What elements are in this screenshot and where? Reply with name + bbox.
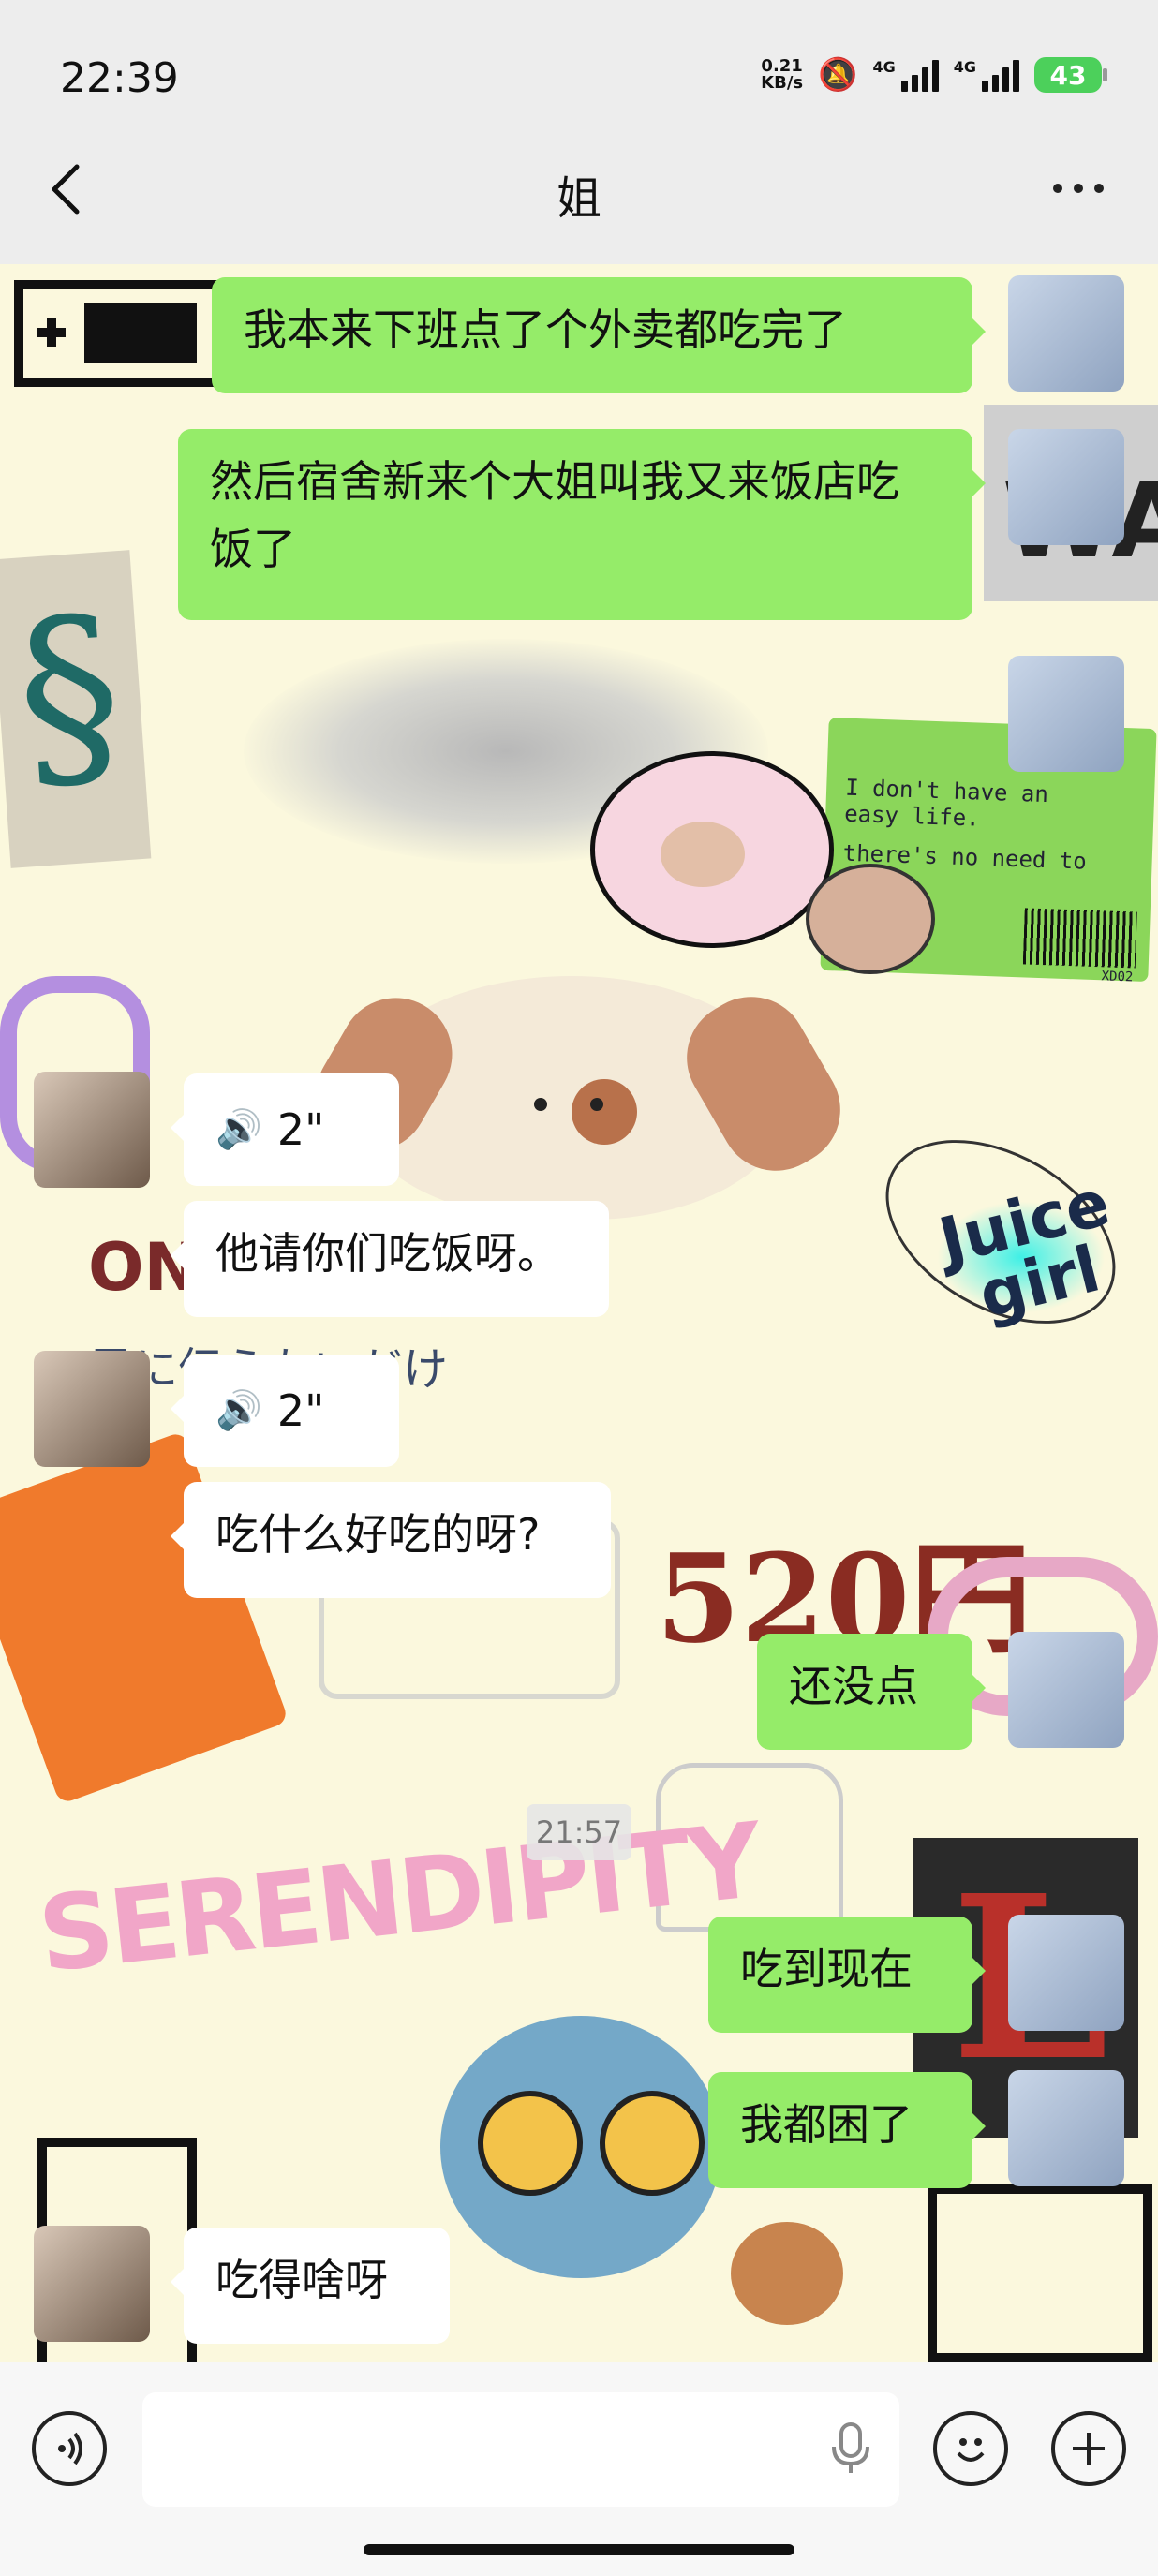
signal-2-label: 4G <box>953 58 976 76</box>
message-bubble-received[interactable]: 他请你们吃饭呀。 <box>171 1201 609 1317</box>
top-bar: 22:39 0.21 KB/s 🔕 4G 4G 43 姐 <box>0 0 1158 264</box>
pink-blob-sticker[interactable] <box>590 751 834 948</box>
voice-message-bubble[interactable]: 🔊 2" <box>171 1355 399 1467</box>
message-bubble-sent[interactable]: 吃到现在 <box>708 1917 986 2033</box>
battery-icon: 43 <box>1034 57 1107 93</box>
message-bubble-sent[interactable]: 我都困了 <box>708 2072 986 2188</box>
input-bar <box>0 2362 1158 2576</box>
serendipity-text: SERENDIPITY <box>33 1800 765 1995</box>
mute-bell-icon: 🔕 <box>818 56 858 94</box>
my-avatar[interactable] <box>1008 429 1124 545</box>
voice-wave-icon: 🔊 <box>215 1389 262 1432</box>
voice-wave-icon <box>58 2432 82 2465</box>
dog-decoration <box>295 976 861 1220</box>
note-code: XD02 <box>1101 969 1134 985</box>
voice-input-toggle-icon[interactable] <box>32 2411 107 2486</box>
contact-avatar[interactable] <box>34 2226 150 2342</box>
voice-duration: 2" <box>276 1104 325 1155</box>
signal-2-icon: 4G <box>954 58 1019 92</box>
message-bubble-sent[interactable]: 还没点 <box>757 1634 986 1750</box>
chat-area[interactable]: § WAI I don't have an easy life. there's… <box>0 264 1158 2362</box>
s-paper-decoration: § <box>0 550 152 868</box>
signal-1-label: 4G <box>872 58 896 76</box>
network-speed: 0.21 KB/s <box>761 58 803 92</box>
microphone-icon[interactable] <box>830 2421 871 2477</box>
chat-title: 姐 <box>556 172 601 225</box>
barcode-decoration <box>1022 908 1137 969</box>
message-bubble-sent[interactable]: 然后宿舍新来个大姐叫我又来饭店吃饭了 <box>178 429 986 620</box>
signal-1-icon: 4G <box>872 58 939 92</box>
message-bubble-sent[interactable]: 我本来下班点了个外卖都吃完了 <box>212 277 986 393</box>
voice-duration: 2" <box>276 1385 325 1436</box>
contact-avatar[interactable] <box>34 1072 150 1188</box>
message-timestamp: 21:57 <box>527 1804 631 1860</box>
message-bubble-received[interactable]: 吃什么好吃的呀? <box>171 1482 611 1598</box>
my-avatar[interactable] <box>1008 1915 1124 2031</box>
my-avatar[interactable] <box>1008 2070 1124 2186</box>
status-icons: 0.21 KB/s 🔕 4G 4G 43 <box>761 56 1107 94</box>
home-indicator[interactable] <box>364 2544 794 2555</box>
voice-wave-icon: 🔊 <box>215 1108 262 1151</box>
emoji-icon[interactable] <box>933 2411 1008 2486</box>
message-input[interactable] <box>142 2392 899 2507</box>
battery-level: 43 <box>1049 59 1087 91</box>
blue-monster-decoration <box>440 2016 721 2278</box>
contact-avatar[interactable] <box>34 1351 150 1467</box>
small-dog-sticker[interactable] <box>806 864 935 974</box>
more-options-icon[interactable] <box>1053 184 1104 193</box>
my-avatar[interactable] <box>1008 656 1124 772</box>
my-avatar[interactable] <box>1008 1632 1124 1748</box>
brown-bear-decoration <box>731 2222 843 2325</box>
status-time: 22:39 <box>60 54 179 102</box>
my-avatar[interactable] <box>1008 275 1124 392</box>
network-speed-unit: KB/s <box>761 73 804 93</box>
add-more-icon[interactable] <box>1051 2411 1126 2486</box>
message-bubble-received[interactable]: 吃得啥呀 <box>171 2228 450 2344</box>
pixel-cat-right-decoration <box>928 2184 1152 2362</box>
voice-message-bubble[interactable]: 🔊 2" <box>171 1073 399 1186</box>
